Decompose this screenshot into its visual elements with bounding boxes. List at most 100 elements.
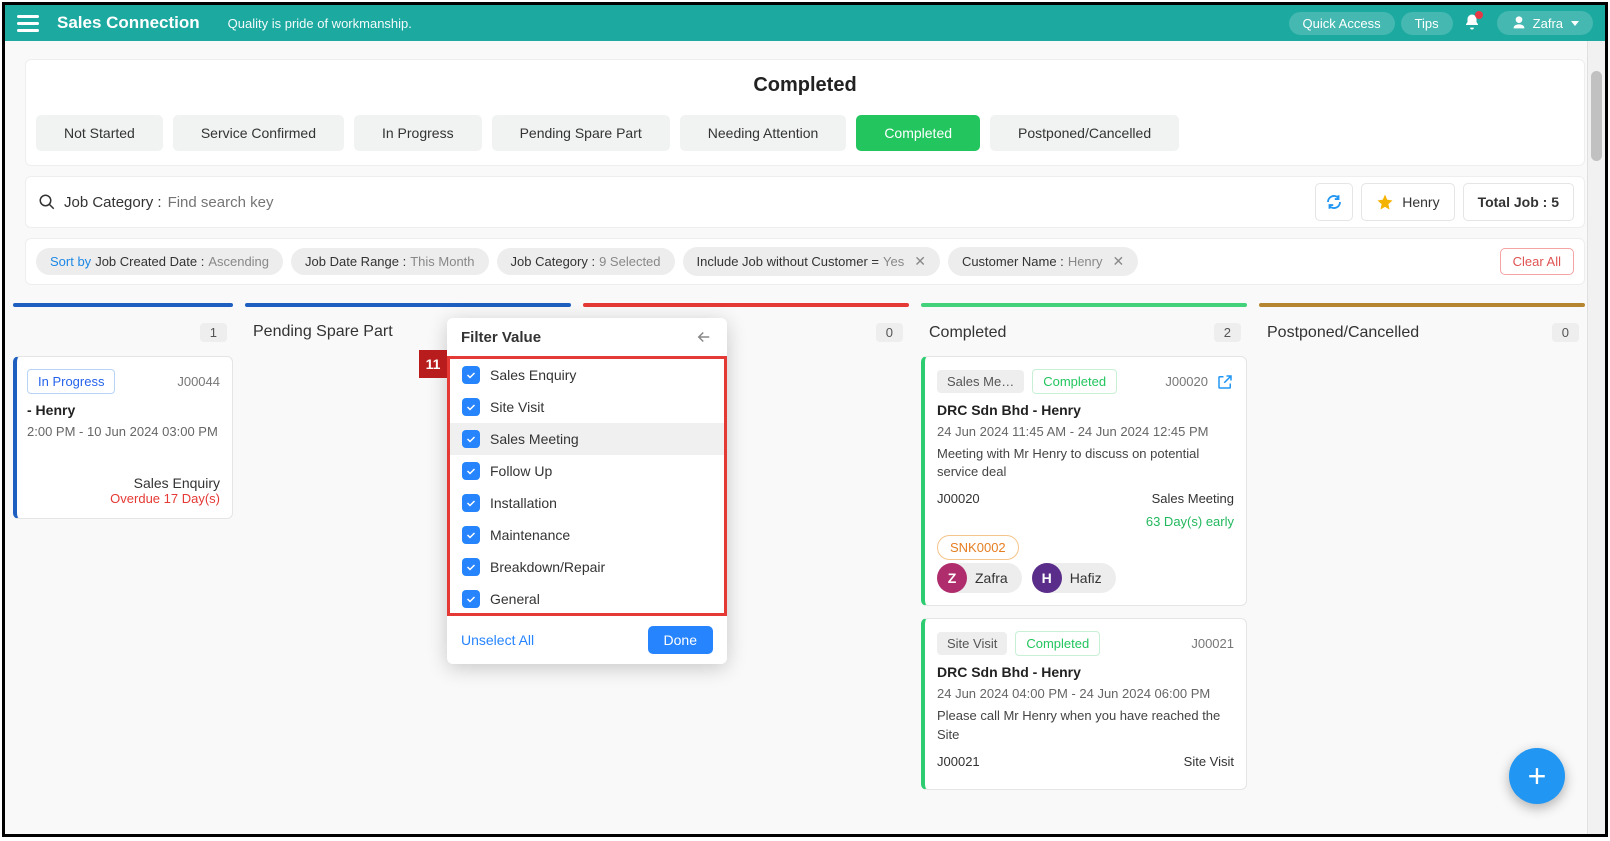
assignee-name: Zafra — [975, 570, 1008, 586]
filter-option[interactable]: Installation — [450, 487, 724, 519]
tab-in-progress[interactable]: In Progress — [354, 115, 482, 151]
job-code: J00044 — [177, 374, 220, 389]
card-category: Sales Enquiry — [27, 475, 220, 491]
checkbox-icon — [462, 366, 480, 384]
avatar: Z — [937, 563, 967, 593]
status-badge: Completed — [1032, 369, 1117, 394]
popup-title: Filter Value — [461, 329, 541, 346]
chip-job-category[interactable]: Job Category : 9 Selected — [497, 248, 675, 275]
job-card[interactable]: Sales Me… Completed J00020 DRC Sdn Bhd -… — [921, 356, 1247, 606]
early-label: 63 Day(s) early — [937, 514, 1234, 529]
tab-completed[interactable]: Completed — [856, 115, 980, 151]
kanban-board: 1 In Progress J00044 - Henry 2:00 PM - 1… — [5, 303, 1605, 822]
checkbox-icon — [462, 494, 480, 512]
card-customer: - Henry — [27, 402, 220, 418]
column-title: Postponed/Cancelled — [1267, 324, 1419, 342]
star-icon — [1376, 193, 1394, 211]
assignee-chip[interactable]: H Hafiz — [1032, 563, 1116, 593]
filter-options-list: Sales Enquiry Site Visit Sales Meeting F… — [447, 356, 727, 616]
checkbox-icon — [462, 590, 480, 608]
filter-bar: Sort by Job Created Date : Ascending Job… — [25, 238, 1585, 285]
filter-option[interactable]: Sales Meeting — [450, 423, 724, 455]
avatar: H — [1032, 563, 1062, 593]
user-name: Zafra — [1533, 16, 1563, 31]
search-icon — [38, 193, 56, 211]
step-badge: 11 — [419, 350, 447, 378]
card-customer: DRC Sdn Bhd - Henry — [937, 402, 1234, 418]
checkbox-icon — [462, 430, 480, 448]
search-input[interactable] — [168, 194, 1306, 211]
filter-popup: 11 Filter Value Sales Enquiry Site Visit… — [447, 318, 727, 664]
card-category: Sales Meeting — [1152, 491, 1234, 506]
checkbox-icon — [462, 462, 480, 480]
assignee-name: Hafiz — [1070, 570, 1102, 586]
column-count: 0 — [1552, 323, 1579, 342]
chip-date-range[interactable]: Job Date Range : This Month — [291, 248, 489, 275]
filter-option[interactable]: Maintenance — [450, 519, 724, 551]
tab-not-started[interactable]: Not Started — [36, 115, 163, 151]
app-title: Sales Connection — [57, 13, 200, 33]
tab-service-confirmed[interactable]: Service Confirmed — [173, 115, 344, 151]
filter-option[interactable]: General — [450, 583, 724, 615]
tab-pending-spare-part[interactable]: Pending Spare Part — [492, 115, 670, 151]
chip-customer-name[interactable]: Customer Name : Henry ✕ — [948, 247, 1138, 276]
column-count: 2 — [1214, 323, 1241, 342]
tab-needing-attention[interactable]: Needing Attention — [680, 115, 847, 151]
job-code-2: J00020 — [937, 491, 980, 506]
job-card[interactable]: In Progress J00044 - Henry 2:00 PM - 10 … — [13, 356, 233, 519]
chip-sort[interactable]: Sort by Job Created Date : Ascending — [36, 248, 283, 275]
status-badge: Completed — [1015, 631, 1100, 656]
search-bar: Job Category : Henry Total Job : 5 — [25, 176, 1585, 228]
card-description: Meeting with Mr Henry to discuss on pote… — [937, 445, 1234, 481]
assignee-chip[interactable]: Z Zafra — [937, 563, 1022, 593]
page-header: Completed Not Started Service Confirmed … — [25, 59, 1585, 166]
card-time: 24 Jun 2024 04:00 PM - 24 Jun 2024 06:00… — [937, 686, 1234, 701]
quick-access-button[interactable]: Quick Access — [1289, 12, 1395, 35]
total-jobs: Total Job : 5 — [1463, 183, 1574, 221]
filter-option[interactable]: Breakdown/Repair — [450, 551, 724, 583]
checkbox-icon — [462, 558, 480, 576]
tab-postponed-cancelled[interactable]: Postponed/Cancelled — [990, 115, 1179, 151]
notification-icon[interactable] — [1463, 13, 1481, 34]
column-title: Pending Spare Part — [253, 323, 393, 341]
user-menu[interactable]: Zafra — [1497, 11, 1593, 35]
job-card[interactable]: Site Visit Completed J00021 DRC Sdn Bhd … — [921, 618, 1247, 789]
favorite-filter[interactable]: Henry — [1361, 183, 1454, 221]
reference-tag: SNK0002 — [937, 535, 1019, 560]
scrollbar[interactable] — [1587, 41, 1605, 834]
card-category: Site Visit — [1184, 754, 1234, 769]
card-time: 2:00 PM - 10 Jun 2024 03:00 PM — [27, 424, 220, 439]
refresh-button[interactable] — [1315, 183, 1353, 221]
page-title: Completed — [36, 74, 1574, 97]
card-time: 24 Jun 2024 11:45 AM - 24 Jun 2024 12:45… — [937, 424, 1234, 439]
job-code-2: J00021 — [937, 754, 980, 769]
kanban-column-postponed: Postponed/Cancelled 0 — [1259, 303, 1585, 356]
kanban-column-partial: 1 In Progress J00044 - Henry 2:00 PM - 1… — [13, 303, 233, 531]
filter-option[interactable]: Site Visit — [450, 391, 724, 423]
checkbox-icon — [462, 526, 480, 544]
card-customer: DRC Sdn Bhd - Henry — [937, 664, 1234, 680]
chip-include-no-customer[interactable]: Include Job without Customer = Yes ✕ — [683, 247, 940, 276]
done-button[interactable]: Done — [648, 626, 713, 654]
open-icon[interactable] — [1216, 373, 1234, 391]
add-job-button[interactable]: + — [1509, 748, 1565, 804]
filter-option[interactable]: Follow Up — [450, 455, 724, 487]
clear-all-button[interactable]: Clear All — [1500, 248, 1574, 275]
back-arrow-icon[interactable] — [695, 328, 713, 346]
unselect-all-button[interactable]: Unselect All — [461, 632, 534, 648]
kanban-column-completed: Completed 2 Sales Me… Completed J00020 D… — [921, 303, 1247, 802]
topbar: Sales Connection Quality is pride of wor… — [5, 5, 1605, 41]
column-count: 1 — [200, 323, 227, 342]
filter-option[interactable]: Sales Enquiry — [450, 359, 724, 391]
remove-filter-icon[interactable]: ✕ — [914, 253, 926, 270]
tips-button[interactable]: Tips — [1401, 12, 1453, 35]
status-badge: In Progress — [27, 369, 115, 394]
search-label: Job Category : — [64, 194, 162, 211]
menu-icon[interactable] — [17, 12, 39, 34]
column-count: 0 — [876, 323, 903, 342]
remove-filter-icon[interactable]: ✕ — [1113, 253, 1125, 270]
app-tagline: Quality is pride of workmanship. — [228, 16, 412, 31]
favorite-user: Henry — [1402, 194, 1439, 210]
status-tabs: Not Started Service Confirmed In Progres… — [36, 115, 1574, 151]
card-description: Please call Mr Henry when you have reach… — [937, 707, 1234, 743]
